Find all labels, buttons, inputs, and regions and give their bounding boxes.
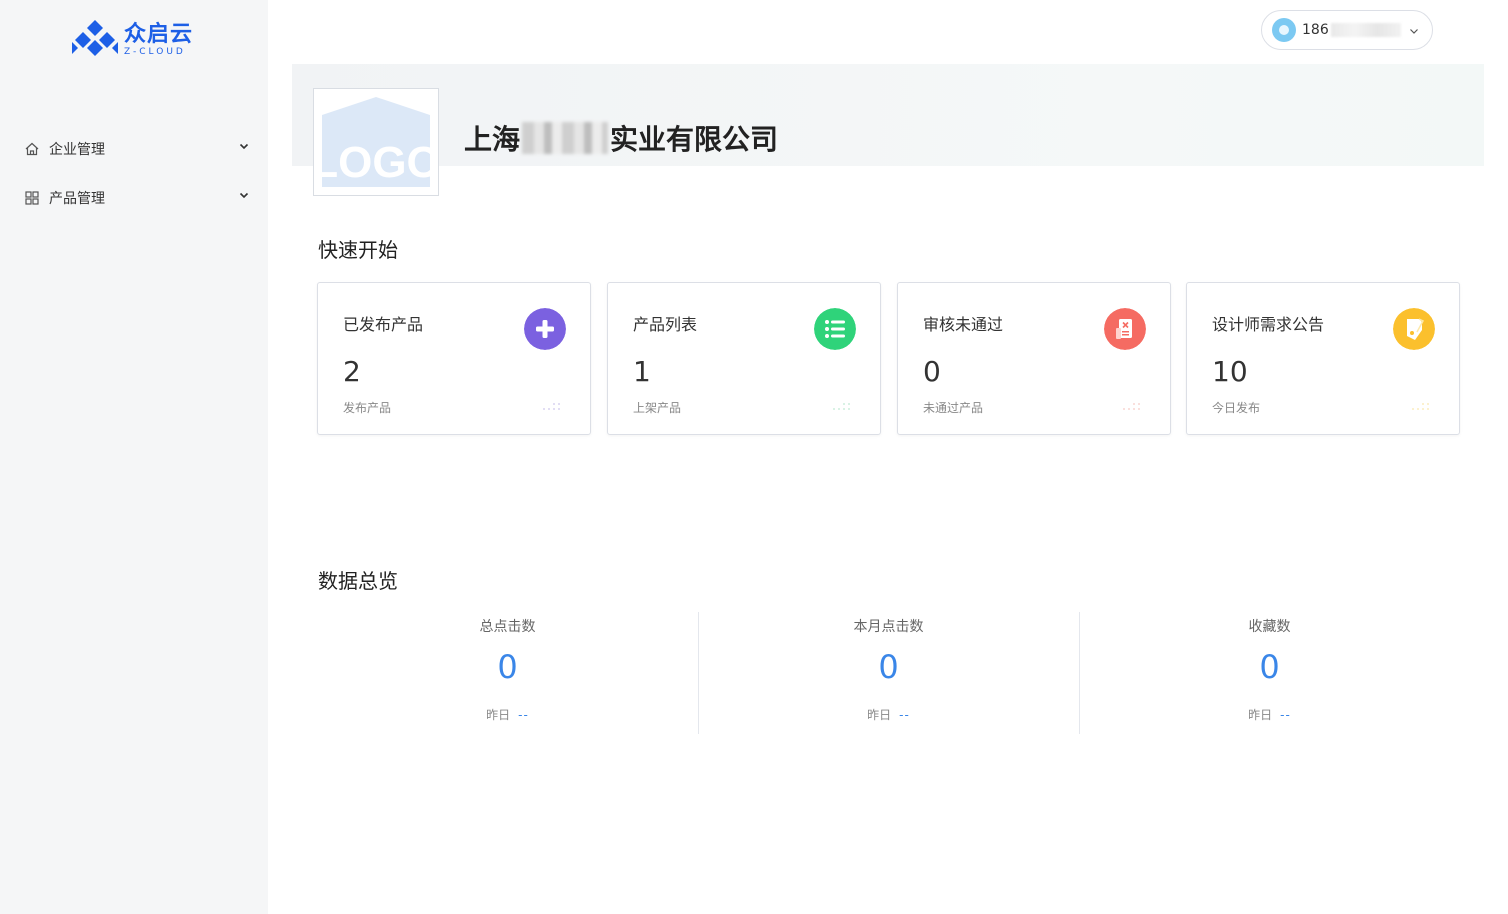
card-title: 产品列表: [633, 315, 698, 334]
avatar: [1272, 18, 1296, 42]
brand-name-cn: 众启云: [124, 22, 194, 47]
stat-value: 0: [1259, 648, 1280, 686]
card-value: 1: [633, 355, 651, 388]
stat-label: 收藏数: [1248, 619, 1291, 635]
chevron-down-icon: [239, 192, 249, 199]
user-phone: 186: [1302, 22, 1329, 38]
stat-label: 本月点击数: [853, 619, 924, 635]
card-subtitle: 发布产品: [343, 401, 392, 415]
card-title: 设计师需求公告: [1212, 315, 1325, 334]
stat-value: 0: [497, 648, 518, 686]
card-title: 已发布产品: [343, 315, 424, 334]
company-name-prefix: 上海: [464, 123, 521, 156]
rejected-doc-icon: [1104, 308, 1146, 350]
card-title: 审核未通过: [923, 315, 1004, 334]
sidebar: 众启云 Z-CLOUD 企业管理 产品管理: [0, 0, 268, 914]
stat-yesterday-label: 昨日: [867, 708, 892, 722]
card-subtitle: 今日发布: [1212, 401, 1261, 415]
stat-yesterday-value: --: [1280, 708, 1291, 722]
card-subtitle: 未通过产品: [923, 401, 984, 415]
stat-yesterday: 昨日 --: [1079, 706, 1460, 723]
card-product-list[interactable]: 产品列表 1 上架产品: [607, 282, 881, 435]
brand-text: 众启云 Z-CLOUD: [124, 22, 194, 58]
user-menu-button[interactable]: 186: [1261, 10, 1433, 50]
stat-favorites: 收藏数 0 昨日 --: [1079, 612, 1460, 734]
card-review-rejected[interactable]: 审核未通过 0 未通过产品: [897, 282, 1171, 435]
card-value: 2: [343, 355, 361, 388]
card-value: 10: [1212, 355, 1248, 388]
dots-decoration-icon: [833, 403, 850, 410]
list-icon: [814, 308, 856, 350]
company-name-suffix: 实业有限公司: [610, 123, 779, 156]
stat-label: 总点击数: [479, 619, 536, 635]
redacted-phone-digits: [1330, 23, 1401, 37]
sidebar-item-label: 产品管理: [49, 190, 105, 207]
quick-start-title: 快速开始: [318, 238, 398, 262]
grid-icon: [25, 190, 39, 205]
brand-logo[interactable]: 众启云 Z-CLOUD: [70, 18, 193, 62]
redacted-company-name: [522, 122, 609, 154]
logo-placeholder-icon: LOGO: [311, 93, 441, 191]
card-value: 0: [923, 355, 941, 388]
sidebar-item-enterprise[interactable]: 企业管理: [0, 124, 268, 173]
plus-icon: [524, 308, 566, 350]
sidebar-item-label: 企业管理: [49, 141, 105, 158]
stat-yesterday-value: --: [518, 708, 529, 722]
company-logo[interactable]: LOGO: [311, 88, 441, 196]
dots-decoration-icon: [1123, 403, 1140, 410]
brand-name-en: Z-CLOUD: [124, 47, 186, 57]
stat-yesterday-value: --: [899, 708, 910, 722]
logo-placeholder-text: LOGO: [318, 138, 434, 187]
overview-title: 数据总览: [318, 569, 398, 593]
dots-decoration-icon: [1412, 403, 1429, 410]
stat-yesterday: 昨日 --: [698, 706, 1079, 723]
stat-yesterday: 昨日 --: [317, 706, 698, 723]
stat-total-clicks: 总点击数 0 昨日 --: [317, 612, 698, 734]
stat-yesterday-label: 昨日: [1248, 708, 1273, 722]
app-root: 众启云 Z-CLOUD 企业管理 产品管理 186 LOGO 上海 实业有限公司…: [0, 0, 1508, 914]
sidebar-item-products[interactable]: 产品管理: [0, 173, 268, 222]
stat-month-clicks: 本月点击数 0 昨日 --: [698, 612, 1079, 734]
company-name: 上海 实业有限公司: [464, 118, 778, 158]
home-icon: [25, 142, 39, 155]
zcloud-logo-icon: [72, 20, 118, 56]
card-published-products[interactable]: 已发布产品 2 发布产品: [317, 282, 591, 435]
stat-value: 0: [878, 648, 899, 686]
chevron-down-icon: [239, 143, 249, 150]
stat-yesterday-label: 昨日: [486, 708, 511, 722]
card-designer-announcements[interactable]: 设计师需求公告 10 今日发布: [1186, 282, 1460, 435]
tag-icon: [1393, 308, 1435, 350]
sidebar-nav: 企业管理 产品管理: [0, 124, 268, 222]
dots-decoration-icon: [543, 403, 560, 410]
card-subtitle: 上架产品: [633, 401, 682, 415]
chevron-down-icon: [1410, 29, 1418, 34]
